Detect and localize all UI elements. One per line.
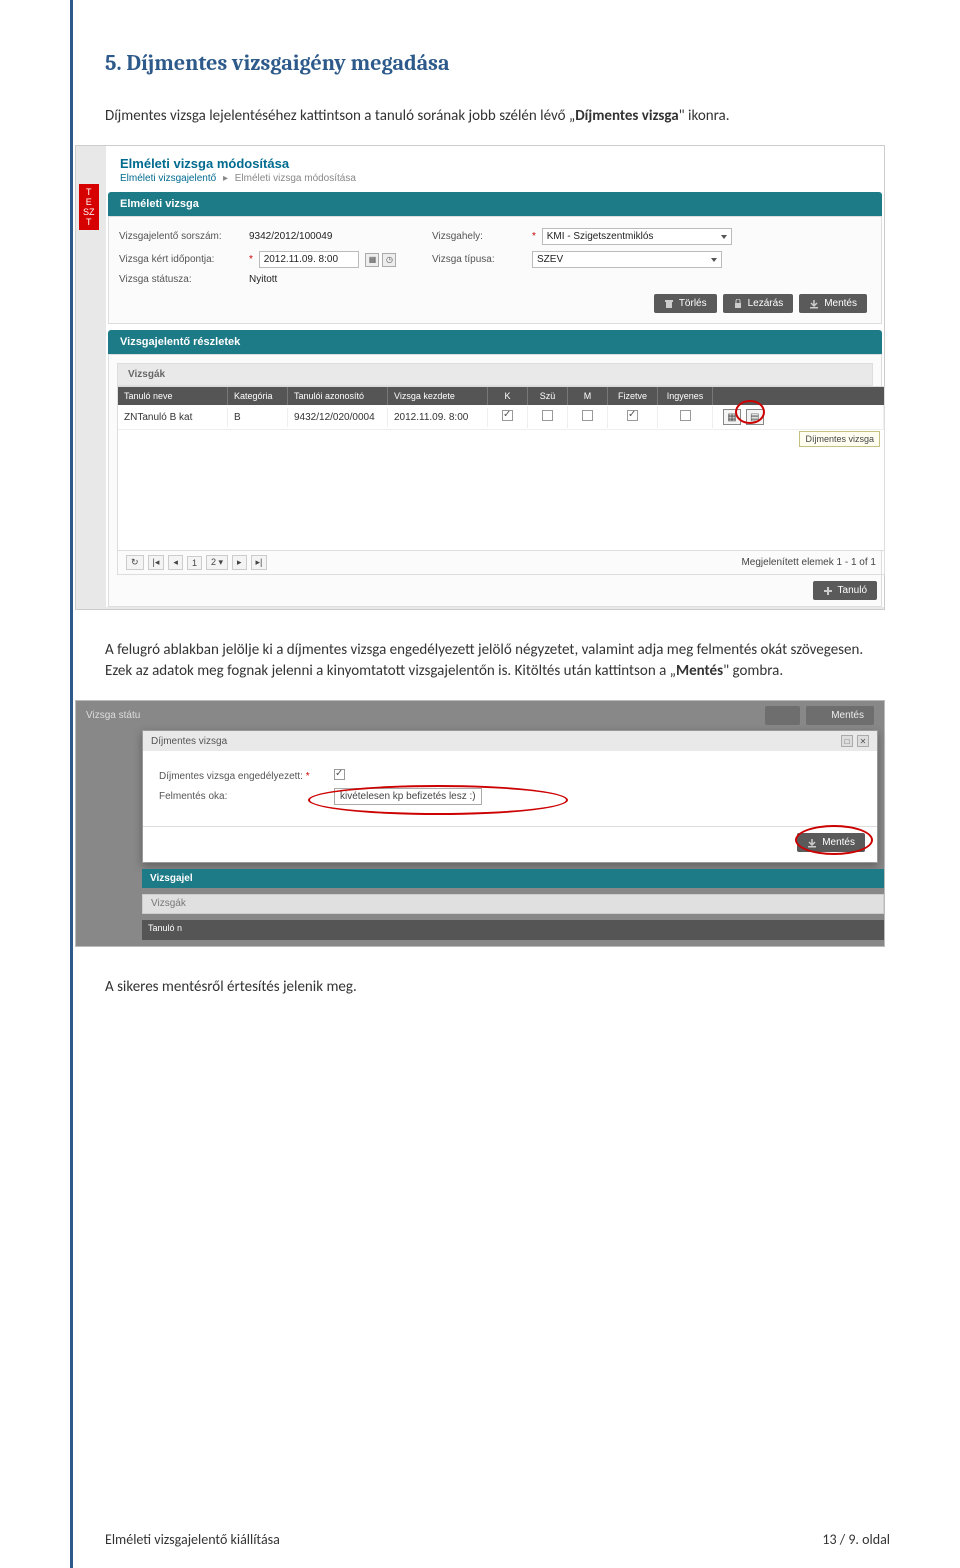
checkbox-k[interactable] [502,410,513,421]
checkbox-engedelyezett[interactable] [334,769,345,780]
modal-title-text: Díjmentes vizsga [151,736,227,747]
highlight-circle-mentes [795,825,873,855]
trash-icon [664,299,674,309]
footer-right: 13 / 9. oldal [822,1531,890,1548]
checkbox-szu[interactable] [542,410,553,421]
screenshot-2: Vizsga státu Mentés Díjmentes vizsga □ ✕ [75,700,885,947]
breadcrumb-link[interactable]: Elméleti vizsgajelentő [120,173,216,184]
lock-icon [733,299,743,309]
bg-dark-strip: Tanuló n [142,920,884,940]
pager: ↻ |◂ ◂ 1 2 ▾ ▸ ▸| Megjelenített elemek 1… [118,550,884,574]
lock-icon [775,711,785,721]
td-tanuloi: 9432/12/020/0004 [288,408,388,427]
td-neve: ZNTanuló B kat [118,408,228,427]
pager-info: Megjelenített elemek 1 - 1 of 1 [741,557,876,568]
bg-label-statusz: Vizsga státu [86,710,140,721]
checkbox-fizetve[interactable] [627,410,638,421]
bg-teal-strip: Vizsgajel [142,869,884,888]
shot1-title: Elméleti vizsga módosítása [106,146,884,173]
paragraph-2: A felugró ablakban jelölje ki a díjmente… [105,640,890,682]
bg-mentes-button: Mentés [806,706,874,725]
table-header: Tanuló neve Kategória Tanulói azonosító … [118,387,884,405]
paragraph-3: A sikeres mentésről értesítés jelenik me… [105,977,890,998]
th-m: M [568,387,608,405]
label-idopont: Vizsga kért időpontja: [119,254,249,265]
table-empty-area [118,430,884,550]
th-kategoria: Kategória [228,387,288,405]
th-neve: Tanuló neve [118,387,228,405]
form-area: Vizsgajelentő sorszám: 9342/2012/100049 … [108,216,882,324]
first-page-icon[interactable]: |◂ [148,555,165,570]
td-kat: B [228,408,288,427]
breadcrumb-current: Elméleti vizsga módosítása [235,173,356,184]
page-number: 1 [187,556,202,570]
label-sorszam: Vizsgajelentő sorszám: [119,231,249,242]
input-idopont[interactable]: 2012.11.09. 8:00 [259,251,359,268]
subbar-vizsgak: Vizsgák [117,363,873,386]
save-icon [809,299,819,309]
table-row: ZNTanuló B kat B 9432/12/020/0004 2012.1… [118,405,884,430]
chevron-down-icon [721,235,727,239]
mentes-button[interactable]: Mentés [799,294,867,313]
save-icon [816,711,826,721]
heading: 5. Díjmentes vizsgaigény megadása [105,50,890,76]
tooltip-dijmentes: Díjmentes vizsga [799,431,880,447]
th-ingyenes: Ingyenes [658,387,713,405]
th-vizsga-kezdete: Vizsga kezdete [388,387,488,405]
bg-gray-strip: Vizsgák [142,894,884,914]
lezaras-button[interactable]: Lezárás [723,294,794,313]
tanulo-add-button[interactable]: Tanuló [813,581,877,600]
bg-lezaras-button [765,706,800,725]
checkbox-ingyenes[interactable] [680,410,691,421]
page-size[interactable]: 2 ▾ [206,555,228,570]
value-statusz: Nyitott [249,274,414,285]
label-tipus: Vizsga típusa: [432,254,532,265]
th-fizetve: Fizetve [608,387,658,405]
th-actions [713,387,884,405]
torles-button[interactable]: Törlés [654,294,717,313]
th-szu: Szü [528,387,568,405]
paragraph-1: Díjmentes vizsga lejelentéséhez kattints… [105,106,890,127]
value-sorszam: 9342/2012/100049 [249,231,414,242]
screenshot-1: TESZT Elméleti vizsga módosítása Elmélet… [75,145,885,610]
left-accent [70,0,73,1568]
chevron-down-icon [711,258,717,262]
th-tanuloi: Tanulói azonosító [288,387,388,405]
select-tipus[interactable]: SZEV [532,251,722,268]
section-bar-elmeleti: Elméleti vizsga [108,192,882,216]
close-icon[interactable]: ✕ [857,735,869,747]
prev-page-icon[interactable]: ◂ [168,555,183,570]
label-statusz: Vizsga státusza: [119,274,249,285]
last-page-icon[interactable]: ▸| [251,555,268,570]
plus-icon [823,586,833,596]
calendar-icon[interactable]: ▦ [365,253,379,267]
highlight-circle [735,400,765,424]
th-k: K [488,387,528,405]
select-vizsgahely[interactable]: KMI - Szigetszentmiklós [542,228,732,245]
refresh-icon[interactable]: ↻ [126,555,144,570]
footer-left: Elméleti vizsgajelentő kiállítása [105,1531,280,1548]
breadcrumb: Elméleti vizsgajelentő ▸ Elméleti vizsga… [106,173,884,192]
maximize-icon[interactable]: □ [841,735,853,747]
page-footer: Elméleti vizsgajelentő kiállítása 13 / 9… [105,1491,890,1548]
test-badge: TESZT [79,184,99,230]
chevron-right-icon: ▸ [223,173,228,184]
modal-dijmentes: Díjmentes vizsga □ ✕ Díjmentes vizsga en… [142,730,878,863]
label-hely: Vizsgahely: [432,231,532,242]
section-bar-reszletek: Vizsgajelentő részletek [108,330,882,354]
td-vk: 2012.11.09. 8:00 [388,408,488,427]
highlight-ellipse [308,785,568,815]
checkbox-m[interactable] [582,410,593,421]
label-engedelyezett: Díjmentes vizsga engedélyezett: * [159,771,334,782]
clock-icon[interactable]: ◷ [382,253,396,267]
next-page-icon[interactable]: ▸ [232,555,247,570]
